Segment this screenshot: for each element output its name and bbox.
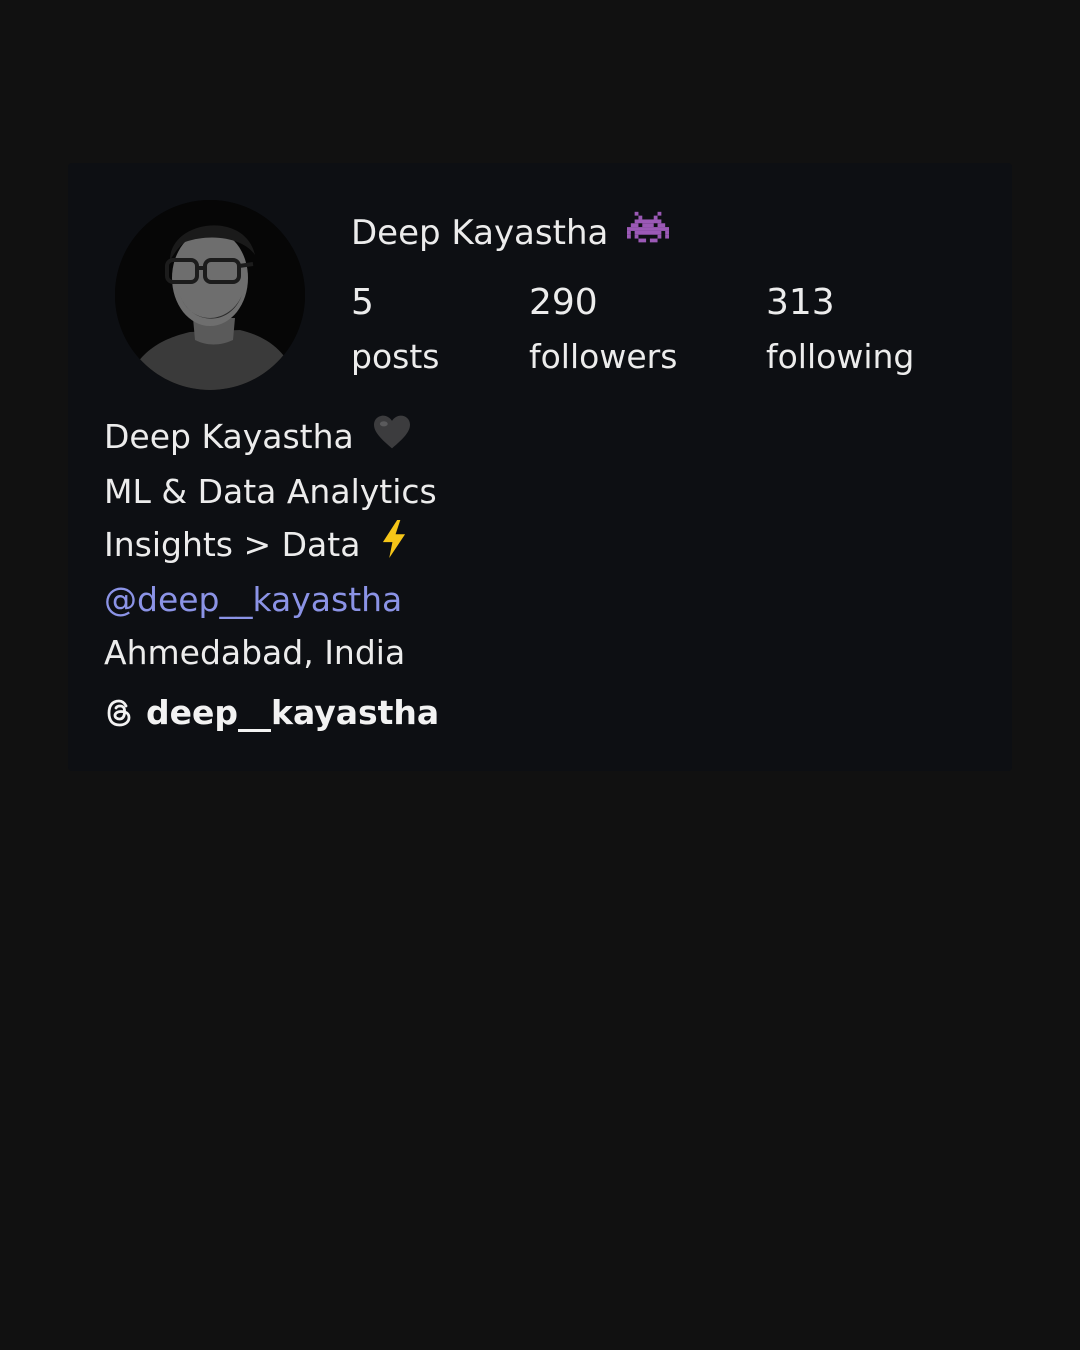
stat-followers[interactable]: 290 followers (529, 279, 677, 381)
stat-following[interactable]: 313 following (766, 279, 914, 381)
following-label: following (766, 337, 915, 376)
stat-posts[interactable]: 5 posts (351, 279, 439, 381)
threads-icon (104, 697, 136, 729)
posts-label: posts (351, 337, 440, 376)
threads-link[interactable]: deep__kayastha (104, 693, 439, 732)
avatar[interactable] (115, 200, 305, 390)
followers-count: 290 (529, 282, 598, 323)
lightning-icon (379, 520, 409, 573)
bio: Deep Kayastha ML & Data Analytics Insigh… (104, 410, 437, 679)
display-name-text: Deep Kayastha (351, 213, 609, 253)
avatar-photo (115, 200, 305, 390)
profile-card: Deep Kayastha 5 posts 290 followers 313 … (68, 163, 1012, 771)
alien-monster-icon (627, 211, 670, 258)
following-count: 313 (766, 282, 835, 323)
bio-name-text: Deep Kayastha (104, 417, 354, 456)
bio-line-3-text: Insights > Data (104, 525, 361, 564)
bio-line-3: Insights > Data (104, 518, 437, 573)
bio-line-2: ML & Data Analytics (104, 472, 437, 511)
black-heart-icon (372, 412, 412, 465)
bio-name-line: Deep Kayastha (104, 410, 437, 465)
followers-label: followers (529, 337, 678, 376)
display-name: Deep Kayastha (351, 211, 670, 258)
bio-location: Ahmedabad, India (104, 633, 406, 672)
posts-count: 5 (351, 282, 374, 323)
threads-handle: deep__kayastha (146, 693, 440, 732)
bio-mention-link[interactable]: @deep__kayastha (104, 573, 437, 626)
